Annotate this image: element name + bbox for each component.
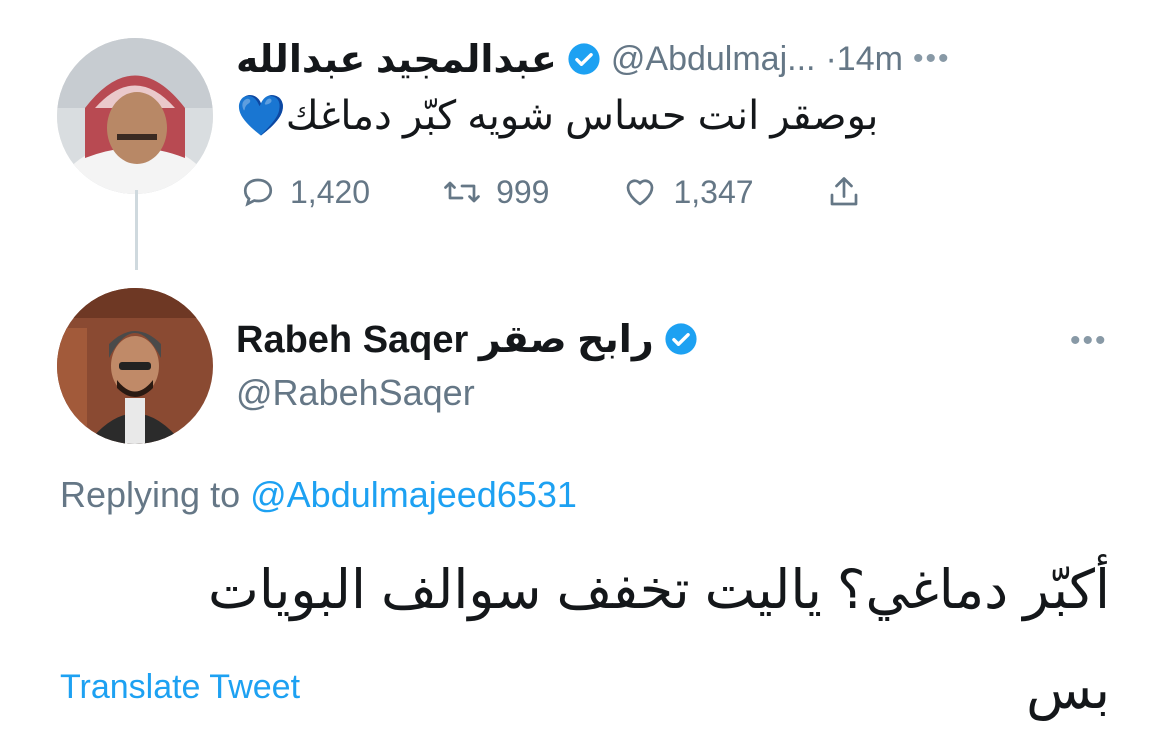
verified-icon — [664, 322, 698, 356]
reply-button[interactable]: 1,420 — [240, 174, 370, 211]
replying-label: Replying to — [60, 474, 241, 515]
reply-icon — [240, 174, 276, 210]
tweet2-text-line1: أكبّر دماغي؟ ياليت تخفف سوالف البويات — [208, 560, 1110, 620]
like-count: 1,347 — [673, 173, 754, 210]
tweet1-time[interactable]: ·14m — [825, 40, 902, 79]
tweet1-header: ••• ·14m @Abdulmaj... عبدالمجيد عبدالله — [236, 32, 1116, 86]
translate-tweet-link[interactable]: Translate Tweet — [60, 668, 300, 707]
avatar-abdulmajeed[interactable] — [57, 38, 213, 194]
share-icon — [826, 173, 862, 211]
replying-to: Replying to @Abdulmajeed6531 — [60, 474, 577, 516]
avatar-rabeh[interactable] — [57, 288, 213, 444]
tweet1-actions: 1,420 999 1,347 — [240, 168, 1000, 216]
more-icon[interactable]: ••• — [1070, 324, 1108, 358]
tweet1-handle[interactable]: @Abdulmaj... — [611, 40, 816, 79]
share-button[interactable] — [826, 173, 862, 211]
like-button[interactable]: 1,347 — [621, 173, 754, 211]
thread-line — [135, 190, 138, 270]
tweet2-handle[interactable]: @RabehSaqer — [236, 372, 475, 414]
tweet2-display-name[interactable]: Rabeh Saqer رابح صقر — [236, 317, 654, 362]
like-icon — [621, 174, 659, 210]
tweet1-text: بوصقر انت حساس شويه كبّر دماغك💙 — [236, 94, 879, 138]
retweet-icon — [442, 174, 482, 210]
more-icon[interactable]: ••• — [913, 42, 951, 76]
replying-handle-link[interactable]: @Abdulmajeed6531 — [250, 474, 577, 515]
reply-count: 1,420 — [290, 173, 371, 210]
tweet2-text-line2: بس — [1026, 660, 1110, 720]
retweet-count: 999 — [496, 173, 550, 210]
retweet-button[interactable]: 999 — [442, 174, 549, 211]
tweet1-display-name[interactable]: عبدالمجيد عبدالله — [236, 37, 557, 82]
tweet2-header: Rabeh Saqer رابح صقر — [236, 312, 836, 366]
verified-icon — [567, 42, 601, 76]
